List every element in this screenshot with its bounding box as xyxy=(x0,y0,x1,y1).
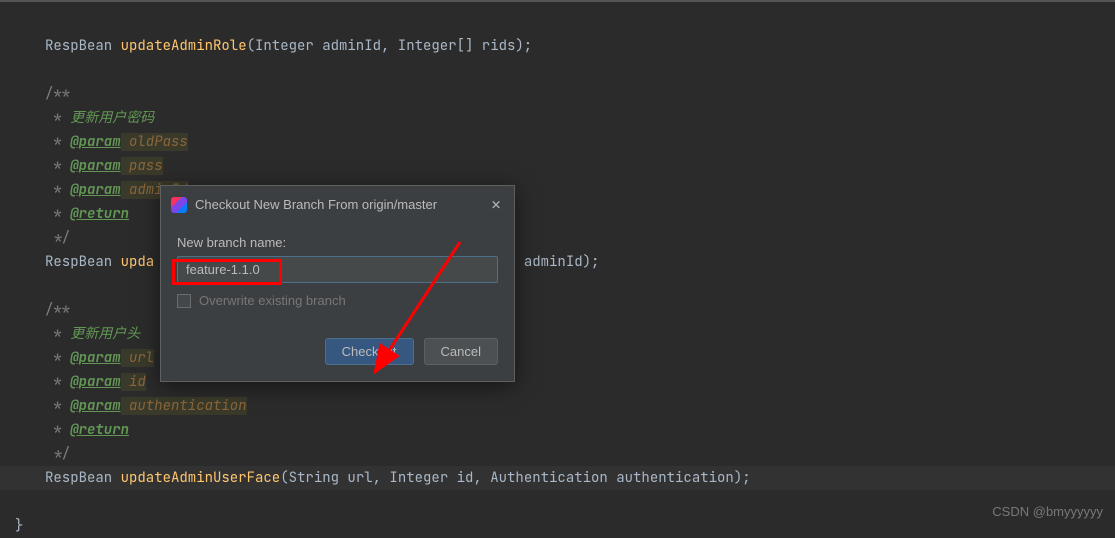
doc-open: /** xyxy=(45,301,70,319)
doc-line: * 更新用户头 xyxy=(45,325,140,343)
doc-param-line: * @param url xyxy=(45,349,154,367)
doc-open: /** xyxy=(45,85,70,103)
branch-name-input[interactable] xyxy=(177,256,498,283)
closing-brace: } xyxy=(15,517,23,535)
intellij-icon xyxy=(171,197,187,213)
close-icon[interactable]: ✕ xyxy=(488,194,504,215)
code-line-highlighted: RespBean updateAdminUserFace(String url,… xyxy=(0,466,1115,490)
cancel-button[interactable]: Cancel xyxy=(424,338,498,365)
watermark: CSDN @bmyyyyyy xyxy=(992,504,1103,519)
doc-line: * 更新用户密码 xyxy=(45,109,154,127)
doc-param-line: * @param pass xyxy=(45,157,163,175)
dialog-title: Checkout New Branch From origin/master xyxy=(195,197,488,212)
checkbox-icon[interactable] xyxy=(177,294,191,308)
code-line: RespBean updateAdminRole(Integer adminId… xyxy=(45,37,532,55)
branch-name-label: New branch name: xyxy=(177,235,498,250)
doc-return-line: * @return xyxy=(45,205,129,223)
doc-param-line: * @param oldPass xyxy=(45,133,188,151)
doc-close: */ xyxy=(45,445,70,463)
dialog-body: New branch name: Overwrite existing bran… xyxy=(161,223,514,381)
dialog-button-row: Checkout Cancel xyxy=(177,338,498,365)
doc-param-line: * @param authentication xyxy=(45,397,247,415)
params: (Integer adminId, Integer[] rids); xyxy=(247,37,533,55)
dialog-title-bar[interactable]: Checkout New Branch From origin/master ✕ xyxy=(161,186,514,223)
return-type: RespBean xyxy=(45,37,121,55)
overwrite-checkbox-row[interactable]: Overwrite existing branch xyxy=(177,293,498,308)
checkout-branch-dialog: Checkout New Branch From origin/master ✕… xyxy=(160,185,515,382)
doc-param-line: * @param id xyxy=(45,373,146,391)
doc-return-line: * @return xyxy=(45,421,129,439)
overwrite-label: Overwrite existing branch xyxy=(199,293,346,308)
method-name: updateAdminRole xyxy=(121,37,247,55)
checkout-button[interactable]: Checkout xyxy=(325,338,414,365)
doc-close: */ xyxy=(45,229,70,247)
